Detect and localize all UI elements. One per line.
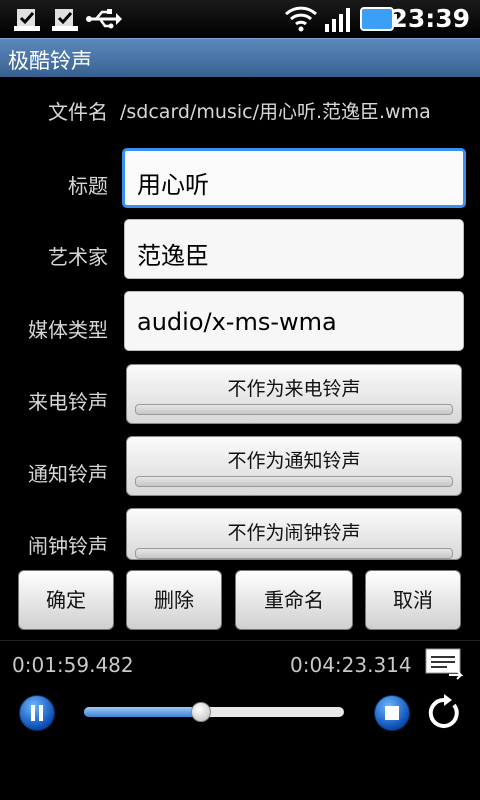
signal-icon bbox=[325, 8, 350, 32]
call-ringtone-indicator bbox=[135, 404, 453, 415]
filename-row: 文件名 /sdcard/music/用心听.范逸臣.wma bbox=[0, 96, 480, 126]
call-ringtone-button-label: 不作为来电铃声 bbox=[227, 378, 361, 400]
playback-slider-thumb[interactable] bbox=[190, 702, 211, 722]
artist-input[interactable]: 范逸臣 bbox=[124, 219, 464, 279]
stop-button[interactable] bbox=[374, 695, 410, 731]
status-bar: 23:39 bbox=[0, 0, 480, 38]
playback-progress-fill bbox=[84, 707, 200, 717]
alarm-ringtone-button[interactable]: 不作为闹钟铃声 bbox=[126, 508, 462, 560]
download-check-icon bbox=[52, 9, 78, 31]
artist-label: 艺术家 bbox=[48, 245, 108, 269]
filename-value: /sdcard/music/用心听.范逸臣.wma bbox=[120, 101, 431, 123]
usb-icon bbox=[86, 9, 122, 29]
call-ringtone-label: 来电铃声 bbox=[28, 390, 108, 414]
notify-ringtone-indicator bbox=[135, 476, 453, 487]
title-input[interactable]: 用心听 bbox=[122, 148, 466, 208]
download-check-icon bbox=[14, 9, 40, 31]
save-ringtone-icon[interactable] bbox=[425, 647, 465, 681]
media-type-label: 媒体类型 bbox=[28, 318, 108, 342]
wifi-icon bbox=[284, 6, 318, 32]
filename-label: 文件名 bbox=[48, 100, 108, 124]
player-divider bbox=[0, 640, 480, 641]
app-title: 极酷铃声 bbox=[8, 49, 92, 73]
elapsed-time: 0:01:59.482 bbox=[12, 653, 134, 677]
alarm-ringtone-button-label: 不作为闹钟铃声 bbox=[227, 522, 361, 544]
replay-icon[interactable] bbox=[424, 693, 464, 733]
status-clock: 23:39 bbox=[390, 4, 470, 33]
alarm-ringtone-indicator bbox=[135, 548, 453, 559]
playback-slider[interactable] bbox=[84, 702, 344, 722]
pause-icon bbox=[31, 705, 43, 721]
cancel-button[interactable]: 取消 bbox=[365, 570, 461, 630]
pause-button[interactable] bbox=[19, 695, 55, 731]
media-type-input[interactable]: audio/x-ms-wma bbox=[124, 291, 464, 351]
app-title-bar: 极酷铃声 bbox=[0, 38, 480, 77]
total-time: 0:04:23.314 bbox=[290, 653, 412, 677]
stop-icon bbox=[385, 706, 399, 720]
alarm-ringtone-label: 闹钟铃声 bbox=[28, 534, 108, 558]
title-label: 标题 bbox=[68, 174, 108, 198]
notify-ringtone-button-label: 不作为通知铃声 bbox=[227, 450, 361, 472]
rename-button[interactable]: 重命名 bbox=[235, 570, 353, 630]
ok-button[interactable]: 确定 bbox=[18, 570, 114, 630]
call-ringtone-button[interactable]: 不作为来电铃声 bbox=[126, 364, 462, 424]
delete-button[interactable]: 删除 bbox=[126, 570, 222, 630]
notify-ringtone-label: 通知铃声 bbox=[28, 462, 108, 486]
notify-ringtone-button[interactable]: 不作为通知铃声 bbox=[126, 436, 462, 496]
